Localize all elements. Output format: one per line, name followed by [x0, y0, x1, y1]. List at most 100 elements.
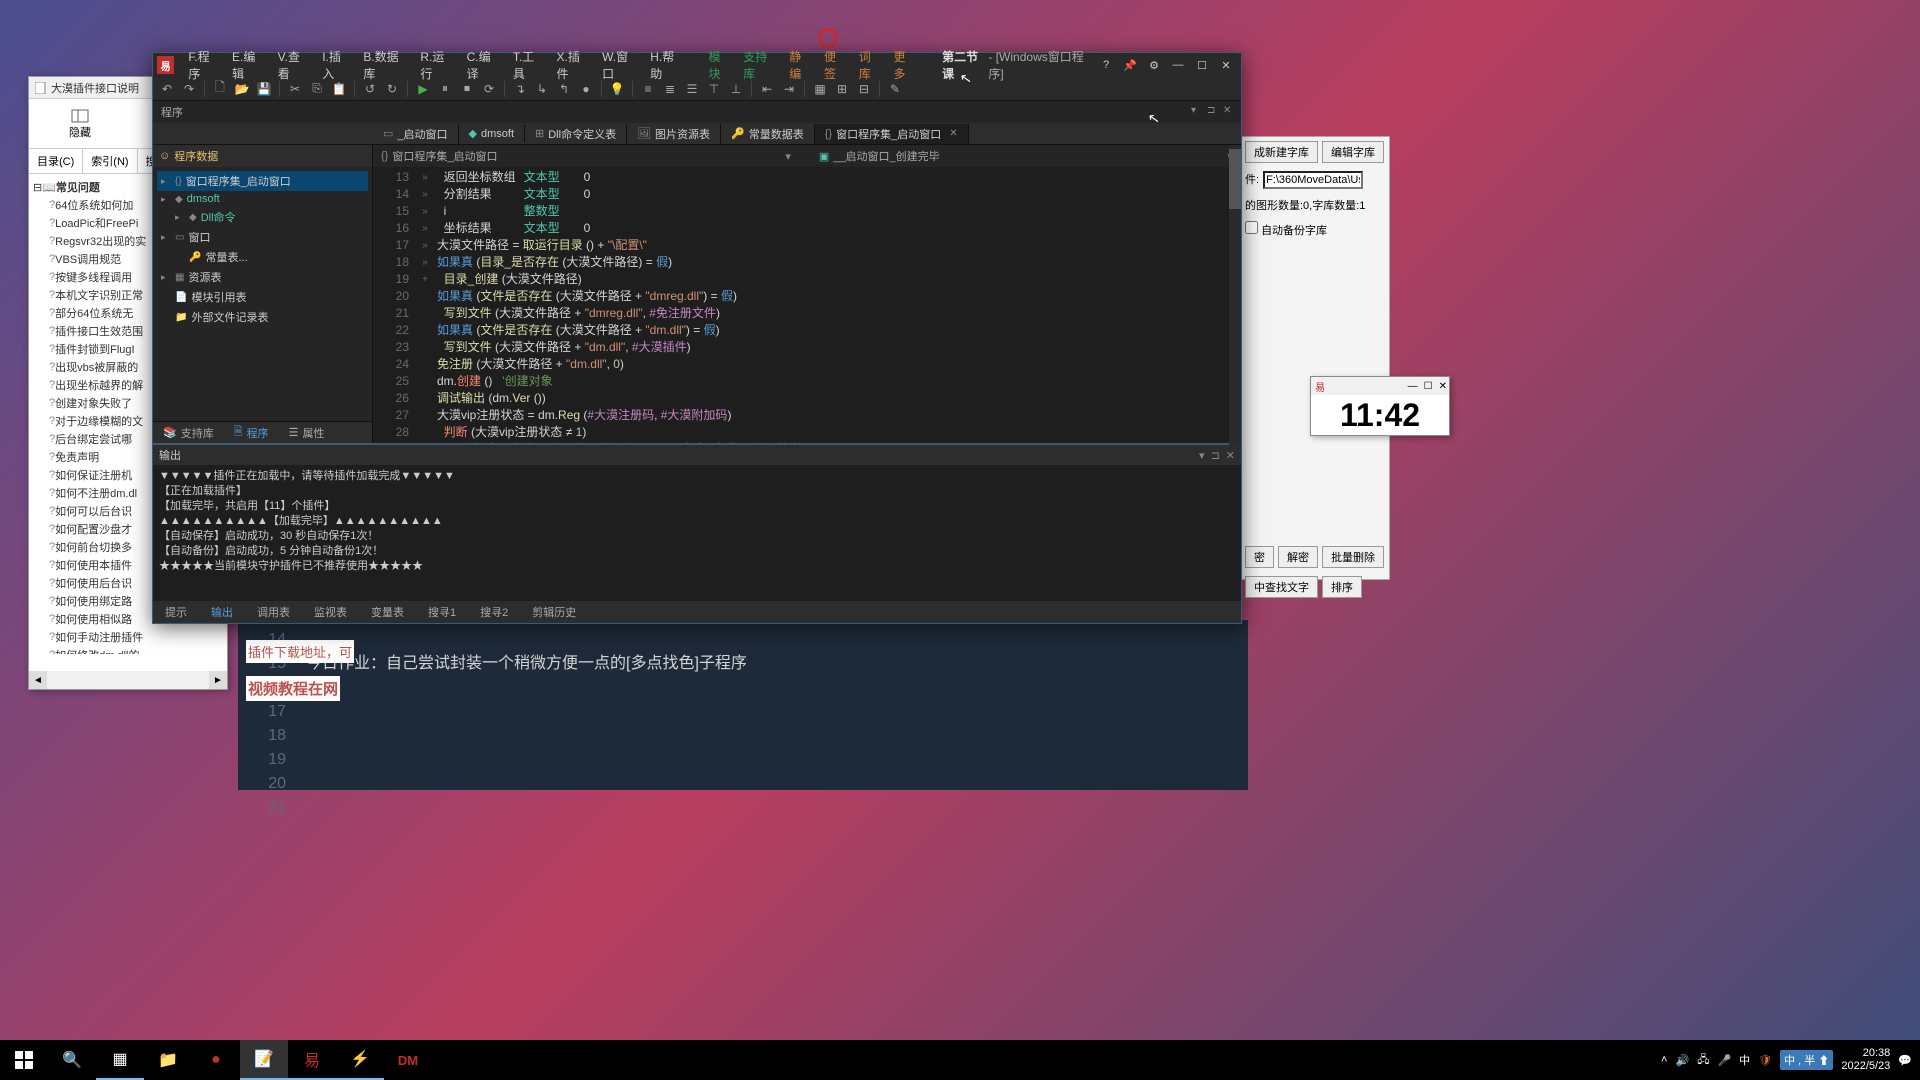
menu-item[interactable]: F.程序 — [182, 48, 226, 82]
new-file-icon[interactable]: 🗋 — [210, 79, 230, 99]
breadcrumb-function[interactable]: ▣__启动窗口_创建完毕 — [819, 148, 940, 164]
ime-status[interactable]: 中 , 半 ⬆ — [1780, 1050, 1833, 1070]
tab-close-icon[interactable]: ✕ — [949, 128, 957, 139]
sort-button[interactable]: 排序 — [1322, 576, 1362, 598]
help-tab-index[interactable]: 索引(N) — [83, 149, 137, 173]
menu-extra[interactable]: 支持库 — [737, 48, 783, 82]
menu-extra[interactable]: 更多 — [887, 48, 922, 82]
layout-3-icon[interactable]: ⊟ — [854, 79, 874, 99]
sublime-icon[interactable]: 📝 — [240, 1040, 288, 1080]
menu-item[interactable]: V.查看 — [272, 48, 317, 82]
cut-icon[interactable]: ✂ — [285, 79, 305, 99]
back-icon[interactable]: ↶ — [157, 79, 177, 99]
output-dropdown-icon[interactable]: ▾ — [1199, 449, 1205, 462]
record-icon[interactable]: ● — [192, 1040, 240, 1080]
menu-extra[interactable]: 模块 — [703, 48, 738, 82]
fold-column[interactable]: »»»»»»+ — [417, 167, 433, 443]
tree-node[interactable]: 📄模块引用表 — [157, 287, 368, 307]
output-tab[interactable]: 监视表 — [302, 604, 359, 620]
mic-icon[interactable]: 🎤 — [1717, 1054, 1731, 1067]
security-icon[interactable]: 🛡 — [1758, 1054, 1772, 1067]
output-close-icon[interactable]: ✕ — [1226, 449, 1235, 462]
notification-icon[interactable]: 💬 — [1898, 1054, 1912, 1067]
tree-node[interactable]: ▸{}窗口程序集_启动窗口 — [157, 171, 368, 191]
menu-item[interactable]: E.编辑 — [226, 48, 272, 82]
tray-expand-icon[interactable]: ˄ — [1661, 1054, 1667, 1066]
menu-item[interactable]: I.插入 — [316, 48, 357, 82]
clock-close[interactable]: ✕ — [1439, 381, 1447, 392]
undo-icon[interactable]: ↺ — [360, 79, 380, 99]
notes-content[interactable]: 今日作业：自己尝试封装一个稍微方便一点的[多点找色]子程序 — [298, 620, 1248, 790]
paste-icon[interactable]: 📋 — [329, 79, 349, 99]
new-font-button[interactable]: 成新建字库 — [1245, 141, 1318, 163]
start-button[interactable] — [0, 1040, 48, 1080]
code-content[interactable]: 返回坐标数组文本型0 分割结果文本型0 i整数型 坐标结果文本型0大漠文件路径 … — [433, 167, 1241, 443]
step-over-icon[interactable]: ↴ — [510, 79, 530, 99]
tree-node[interactable]: ▸▭窗口 — [157, 227, 368, 247]
tree-node[interactable]: ▸▦资源表 — [157, 267, 368, 287]
video-tutorial-link[interactable]: 视频教程在网 — [246, 676, 340, 701]
step-into-icon[interactable]: ↳ — [532, 79, 552, 99]
pin-icon[interactable]: 📌 — [1119, 55, 1141, 75]
output-tab[interactable]: 提示 — [153, 604, 199, 620]
pause-icon[interactable]: ⏸ — [435, 79, 455, 99]
file-tab[interactable]: {}窗口程序集_启动窗口✕ — [815, 124, 969, 144]
scroll-thumb[interactable] — [1229, 149, 1241, 209]
layout-2-icon[interactable]: ⊞ — [832, 79, 852, 99]
output-pin-icon[interactable]: ⊐ — [1211, 449, 1220, 462]
volume-icon[interactable]: 🔊 — [1675, 1054, 1689, 1067]
network-icon[interactable]: 🖧 — [1697, 1051, 1709, 1070]
side-tab-support[interactable]: 📚支持库 — [153, 425, 224, 441]
save-icon[interactable]: 💾 — [254, 79, 274, 99]
menu-item[interactable]: C.编译 — [461, 48, 507, 82]
breadcrumb-module[interactable]: {}窗口程序集_启动窗口 — [381, 148, 497, 164]
tree-item[interactable]: ? 如何手动注册插件 — [47, 628, 225, 646]
align-left-icon[interactable]: ≡ — [638, 79, 658, 99]
file-tab[interactable]: 🖼图片资源表 — [627, 124, 721, 144]
file-tab[interactable]: 🔑常量数据表 — [721, 124, 815, 144]
help-icon[interactable]: ? — [1095, 55, 1117, 75]
menu-item[interactable]: R.运行 — [414, 48, 460, 82]
file-tab[interactable]: ⊞Dll命令定义表 — [525, 124, 627, 144]
edit-font-button[interactable]: 编辑字库 — [1322, 141, 1384, 163]
maximize-button[interactable]: ☐ — [1191, 55, 1213, 75]
menu-extra[interactable]: 便签 — [818, 48, 853, 82]
copy-icon[interactable]: ⎘ — [307, 79, 327, 99]
output-tab[interactable]: 搜寻1 — [416, 604, 468, 620]
output-content[interactable]: ▼▼▼▼▼插件正在加载中，请等待插件加载完成▼▼▼▼▼【正在加载插件】【加载完毕… — [153, 465, 1241, 601]
run-icon[interactable]: ▶ — [413, 79, 433, 99]
dock-pin-icon[interactable]: ⊐ — [1207, 105, 1221, 119]
menu-item[interactable]: H.帮助 — [644, 48, 690, 82]
output-tab[interactable]: 变量表 — [359, 604, 416, 620]
clock-maximize[interactable]: ☐ — [1424, 381, 1433, 392]
output-tab[interactable]: 搜寻2 — [468, 604, 520, 620]
scroll-right[interactable]: ► — [209, 671, 227, 689]
restart-icon[interactable]: ⟳ — [479, 79, 499, 99]
tray-clock[interactable]: 20:38 2022/5/23 — [1841, 1047, 1890, 1073]
file-tab[interactable]: ▭_启动窗口 — [373, 124, 459, 144]
search-icon[interactable]: 🔍 — [48, 1040, 96, 1080]
dock-dropdown-icon[interactable]: ▾ — [1191, 105, 1205, 119]
menu-item[interactable]: W.窗口 — [596, 48, 644, 82]
indent-left-icon[interactable]: ⇤ — [757, 79, 777, 99]
brush-icon[interactable]: ✎ — [885, 79, 905, 99]
menu-item[interactable]: T.工具 — [507, 48, 551, 82]
output-tab[interactable]: 输出 — [199, 604, 245, 620]
program-tree[interactable]: ▸{}窗口程序集_启动窗口▸◆dmsoft▸◆Dll命令▸▭窗口🔑常量表...▸… — [153, 167, 372, 421]
auto-backup-checkbox[interactable]: 自动备份字库 — [1245, 221, 1327, 238]
tip-icon[interactable]: 💡 — [607, 79, 627, 99]
encrypt-button[interactable]: 密 — [1245, 546, 1274, 568]
settings-icon[interactable]: ⚙ — [1143, 55, 1165, 75]
plugin-download-link[interactable]: 插件下载地址，可 — [246, 640, 354, 663]
help-hide-button[interactable]: 隐藏 — [69, 108, 91, 140]
file-explorer-icon[interactable]: 📁 — [144, 1040, 192, 1080]
close-button[interactable]: ✕ — [1215, 55, 1237, 75]
path-input[interactable] — [1263, 171, 1363, 189]
menu-item[interactable]: X.插件 — [551, 48, 597, 82]
help-tab-contents[interactable]: 目录(C) — [29, 149, 83, 173]
forward-icon[interactable]: ↷ — [179, 79, 199, 99]
menu-extra[interactable]: 词库 — [853, 48, 888, 82]
clock-window[interactable]: 易 — ☐ ✕ 11:42 — [1310, 376, 1450, 436]
clock-minimize[interactable]: — — [1408, 381, 1418, 392]
output-tab[interactable]: 调用表 — [245, 604, 302, 620]
